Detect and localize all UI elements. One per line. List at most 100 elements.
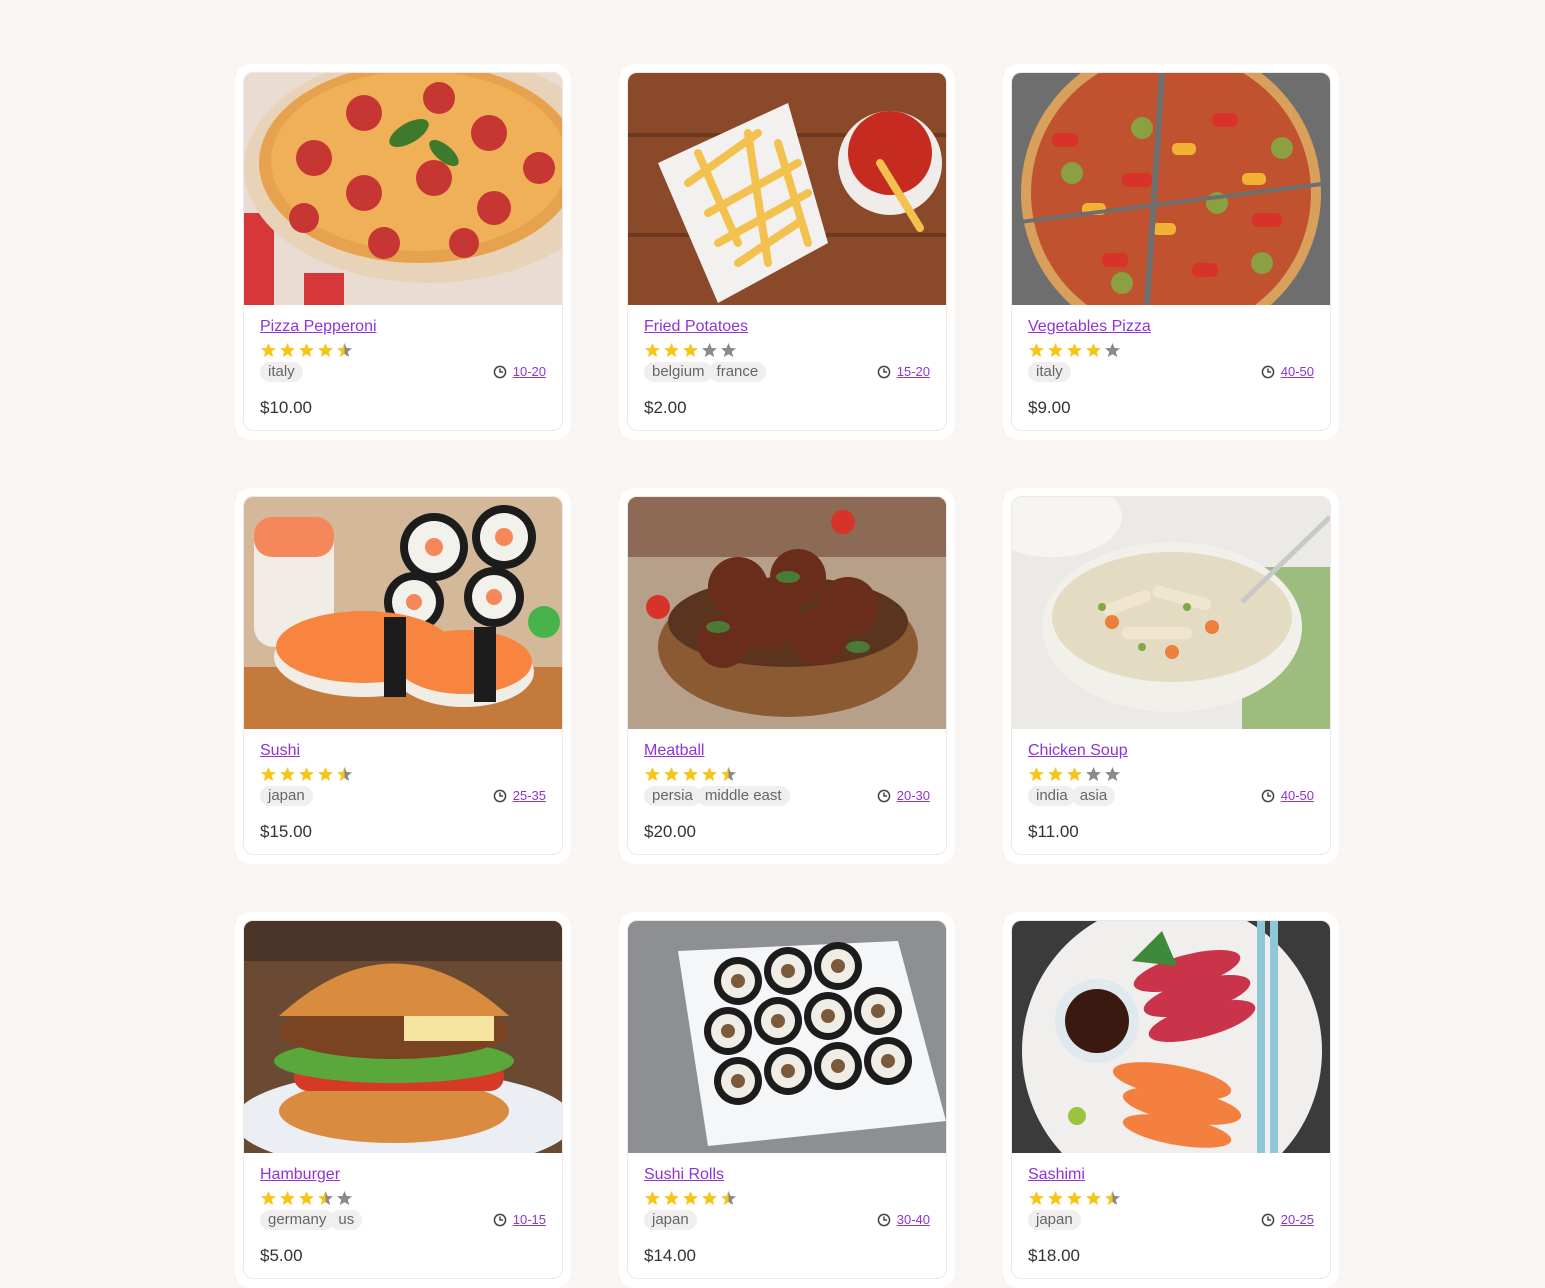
- rating-stars: [644, 766, 930, 782]
- cook-time-link[interactable]: 40-50: [1261, 788, 1314, 803]
- sashimi-photo[interactable]: [1012, 921, 1330, 1153]
- food-name-link[interactable]: Fried Potatoes: [644, 318, 748, 336]
- star-filled-icon: [1067, 1191, 1082, 1205]
- tag-list: italy: [1028, 361, 1071, 382]
- star-filled-icon: [1048, 343, 1063, 357]
- rating-stars: [1028, 1190, 1314, 1206]
- clock-icon: [493, 789, 507, 802]
- clock-icon: [877, 1213, 891, 1226]
- star-half-icon: [337, 767, 352, 781]
- food-name-link[interactable]: Meatball: [644, 742, 704, 760]
- star-empty-icon: [1105, 767, 1120, 781]
- meatball-photo[interactable]: [628, 497, 946, 729]
- star-half-icon: [318, 1191, 333, 1205]
- food-price: $10.00: [260, 398, 312, 417]
- cuisine-tag: italy: [1028, 361, 1071, 382]
- star-filled-icon: [1048, 1191, 1063, 1205]
- food-card-inner: Sushi Rolls japan 30-40 $14.00: [627, 920, 947, 1279]
- sushi-photo[interactable]: [244, 497, 562, 729]
- food-card: Sushi japan 25-35 $15.00: [235, 488, 571, 864]
- cook-time-link[interactable]: 30-40: [877, 1212, 930, 1227]
- food-card-inner: Fried Potatoes belgium france 15-20 $2.00: [627, 72, 947, 431]
- cook-time-link[interactable]: 20-25: [1261, 1212, 1314, 1227]
- rating-stars: [644, 1190, 930, 1206]
- cook-time-link[interactable]: 40-50: [1261, 364, 1314, 379]
- cuisine-tag: japan: [644, 1209, 697, 1230]
- star-filled-icon: [1029, 767, 1044, 781]
- star-empty-icon: [1105, 343, 1120, 357]
- food-price: $14.00: [644, 1246, 696, 1265]
- food-card-body: Sashimi japan 20-25 $18.00: [1012, 1153, 1330, 1266]
- cuisine-tag: india: [1028, 785, 1076, 806]
- food-price: $20.00: [644, 822, 696, 841]
- food-card-body: Hamburger germany us 10-15 $5.00: [244, 1153, 562, 1266]
- food-card: Fried Potatoes belgium france 15-20 $2.00: [619, 64, 955, 440]
- cuisine-tag: japan: [260, 785, 313, 806]
- food-price: $18.00: [1028, 1246, 1080, 1265]
- cuisine-tag: italy: [260, 361, 303, 382]
- vegetables-pizza-photo[interactable]: [1012, 73, 1330, 305]
- food-grid: Pizza Pepperoni italy 10-20 $10.00 Fried…: [235, 64, 1339, 1288]
- star-filled-icon: [318, 343, 333, 357]
- cook-time-link[interactable]: 10-15: [493, 1212, 546, 1227]
- clock-icon: [877, 789, 891, 802]
- tag-list: japan: [1028, 1209, 1081, 1230]
- fried-potatoes-photo[interactable]: [628, 73, 946, 305]
- meta-row: india asia 40-50: [1028, 785, 1314, 806]
- food-price: $15.00: [260, 822, 312, 841]
- star-filled-icon: [1029, 1191, 1044, 1205]
- clock-icon: [877, 365, 891, 378]
- clock-icon: [1261, 789, 1275, 802]
- sushi-rolls-photo[interactable]: [628, 921, 946, 1153]
- rating-stars: [1028, 342, 1314, 358]
- tag-list: germany us: [260, 1209, 363, 1230]
- food-card: Sashimi japan 20-25 $18.00: [1003, 912, 1339, 1288]
- star-half-icon: [721, 767, 736, 781]
- food-name-link[interactable]: Chicken Soup: [1028, 742, 1128, 760]
- cook-time-link[interactable]: 15-20: [877, 364, 930, 379]
- star-filled-icon: [1086, 1191, 1101, 1205]
- star-filled-icon: [683, 767, 698, 781]
- star-filled-icon: [1067, 767, 1082, 781]
- rating-stars: [644, 342, 930, 358]
- cook-time-text: 40-50: [1280, 788, 1314, 803]
- star-filled-icon: [1029, 343, 1044, 357]
- cook-time-link[interactable]: 10-20: [493, 364, 546, 379]
- cuisine-tag: persia: [644, 785, 701, 806]
- cuisine-tag: france: [708, 361, 767, 382]
- star-filled-icon: [664, 343, 679, 357]
- star-filled-icon: [1086, 343, 1101, 357]
- cook-time-text: 20-30: [896, 788, 930, 803]
- meta-row: japan 20-25: [1028, 1209, 1314, 1230]
- star-filled-icon: [702, 767, 717, 781]
- star-half-icon: [1105, 1191, 1120, 1205]
- cuisine-tag: germany: [260, 1209, 335, 1230]
- food-name-link[interactable]: Sushi: [260, 742, 300, 760]
- star-filled-icon: [318, 767, 333, 781]
- star-filled-icon: [261, 1191, 276, 1205]
- star-filled-icon: [261, 343, 276, 357]
- cuisine-tag: belgium: [644, 361, 713, 382]
- cook-time-link[interactable]: 25-35: [493, 788, 546, 803]
- chicken-soup-photo[interactable]: [1012, 497, 1330, 729]
- pizza-pepperoni-photo[interactable]: [244, 73, 562, 305]
- cook-time-link[interactable]: 20-30: [877, 788, 930, 803]
- rating-stars: [1028, 766, 1314, 782]
- cuisine-tag: asia: [1071, 785, 1116, 806]
- food-card-inner: Chicken Soup india asia 40-50 $11.00: [1011, 496, 1331, 855]
- star-empty-icon: [337, 1191, 352, 1205]
- meta-row: germany us 10-15: [260, 1209, 546, 1230]
- food-price: $5.00: [260, 1246, 303, 1265]
- tag-list: persia middle east: [644, 785, 790, 806]
- cook-time-text: 20-25: [1280, 1212, 1314, 1227]
- star-filled-icon: [299, 1191, 314, 1205]
- food-name-link[interactable]: Vegetables Pizza: [1028, 318, 1151, 336]
- cuisine-tag: japan: [1028, 1209, 1081, 1230]
- food-name-link[interactable]: Hamburger: [260, 1166, 340, 1184]
- food-card-body: Pizza Pepperoni italy 10-20 $10.00: [244, 305, 562, 418]
- food-name-link[interactable]: Sashimi: [1028, 1166, 1085, 1184]
- food-name-link[interactable]: Pizza Pepperoni: [260, 318, 377, 336]
- star-filled-icon: [280, 1191, 295, 1205]
- food-name-link[interactable]: Sushi Rolls: [644, 1166, 724, 1184]
- hamburger-photo[interactable]: [244, 921, 562, 1153]
